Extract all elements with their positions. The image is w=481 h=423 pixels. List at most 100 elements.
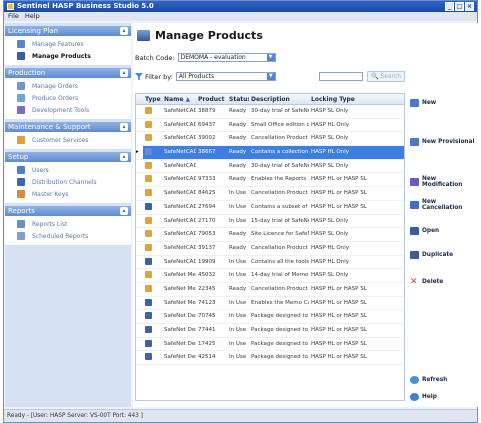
nav-item[interactable]: Manage Products bbox=[5, 50, 131, 62]
column-header-status[interactable]: Status bbox=[227, 94, 249, 104]
open-action[interactable]: Open bbox=[410, 227, 439, 235]
nav-section: Reports ▴ Reports List Scheduled Reports bbox=[5, 206, 131, 245]
search-input[interactable] bbox=[319, 72, 363, 81]
nav-item[interactable]: Master Keys bbox=[5, 188, 131, 200]
table-row[interactable]: SafeNet Desig...70745 In Use Package desig… bbox=[136, 310, 404, 324]
new-modification-action[interactable]: New Modification bbox=[410, 176, 478, 188]
table-cell-name: SafeNetCAD ... bbox=[164, 135, 196, 142]
table-row[interactable]: SafeNetCAD ...39137 Ready Cancellation Pro… bbox=[136, 242, 404, 256]
delete-action[interactable]: ✕ Delete bbox=[410, 278, 443, 287]
nav-item[interactable]: Distribution Channels bbox=[5, 176, 131, 188]
menu-file[interactable]: File bbox=[8, 12, 19, 21]
table-row[interactable]: SafeNetCAD ...84625 In Use Cancellation Pr… bbox=[136, 187, 404, 201]
nav-section-header[interactable]: Maintenance & Support ▴ bbox=[5, 122, 131, 132]
distribution-icon bbox=[17, 178, 25, 186]
table-row[interactable]: SafeNet Desig...77441 In Use Package desig… bbox=[136, 324, 404, 338]
row-selector[interactable] bbox=[136, 338, 143, 351]
row-selector[interactable] bbox=[136, 215, 143, 228]
filter-dropdown[interactable]: All Products ▼ bbox=[175, 72, 276, 81]
refresh-action[interactable]: Refresh bbox=[410, 376, 447, 384]
nav-section-header[interactable]: Reports ▴ bbox=[5, 206, 131, 216]
row-selector[interactable] bbox=[136, 119, 143, 132]
menu-help[interactable]: Help bbox=[25, 12, 40, 21]
nav-item[interactable]: Customer Services bbox=[5, 134, 131, 146]
table-cell-lock: HASP SL Only bbox=[311, 135, 349, 142]
row-selector[interactable] bbox=[136, 187, 143, 200]
table-row[interactable]: SafeNetCAD ...39002 Ready Cancellation Pro… bbox=[136, 132, 404, 147]
table-row[interactable]: SafeNetCAD ...79053 Ready Site Licence for… bbox=[136, 228, 404, 242]
table-row[interactable]: SafeNet Mem...22345 Ready Cancellation Pro… bbox=[136, 283, 404, 297]
row-selector[interactable] bbox=[136, 242, 143, 255]
table-row[interactable]: SafeNetCAD ...69437 Ready Small Office edi… bbox=[136, 119, 404, 133]
table-cell-name: SafeNet Desig... bbox=[164, 313, 196, 320]
status-bar: Ready - [User: HASP Server: VS-00T Port:… bbox=[4, 409, 477, 422]
row-selector[interactable] bbox=[136, 228, 143, 241]
collapse-icon[interactable]: ▴ bbox=[120, 123, 128, 131]
product-type-icon bbox=[145, 230, 152, 238]
nav-section-header[interactable]: Licensing Plan ▴ bbox=[5, 26, 131, 36]
column-header-locking-type[interactable]: Locking Type bbox=[309, 94, 403, 104]
table-cell-type bbox=[143, 283, 162, 296]
table-row[interactable]: SafeNetCAD ...27694 In Use Contains a subs… bbox=[136, 201, 404, 215]
table-row[interactable]: SafeNetCAD ...19909 In Use Contains all th… bbox=[136, 256, 404, 270]
collapse-icon[interactable]: ▴ bbox=[120, 27, 128, 35]
new-cancellation-action[interactable]: New Cancellation bbox=[410, 199, 478, 211]
batch-code-dropdown[interactable]: DEMOMA - evaluation ▼ bbox=[177, 53, 276, 62]
menu-bar: File Help bbox=[4, 12, 477, 21]
column-header-name[interactable]: Name ▲ bbox=[162, 94, 196, 104]
row-selector[interactable] bbox=[136, 105, 143, 118]
row-selector[interactable] bbox=[136, 269, 143, 282]
nav-section-header[interactable]: Setup ▴ bbox=[5, 152, 131, 162]
nav-item[interactable]: Reports List bbox=[5, 218, 131, 230]
search-button[interactable]: 🔍 Search bbox=[367, 71, 405, 82]
product-type-icon bbox=[145, 120, 152, 128]
collapse-icon[interactable]: ▴ bbox=[120, 153, 128, 161]
table-row[interactable]: SafeNetCAD ...97333 Ready Enables the Repo… bbox=[136, 173, 404, 188]
nav-item[interactable]: Manage Features bbox=[5, 38, 131, 50]
table-row[interactable]: SafeNetCAD ... Ready 30-day trial of SafeN… bbox=[136, 160, 404, 174]
duplicate-action[interactable]: Duplicate bbox=[410, 251, 453, 259]
table-row[interactable]: SafeNet Mem...74123 In Use Enables the Mem… bbox=[136, 297, 404, 311]
table-cell-status: Ready bbox=[229, 108, 247, 114]
row-selector[interactable] bbox=[136, 173, 143, 186]
table-row[interactable]: ▸ SafeNetCAD ...38667 Ready Contains a coll… bbox=[136, 146, 404, 160]
nav-item[interactable]: Produce Orders bbox=[5, 92, 131, 104]
nav-item[interactable]: Development Tools bbox=[5, 104, 131, 116]
column-header-type[interactable]: Type bbox=[143, 94, 162, 104]
row-selector[interactable] bbox=[136, 283, 143, 296]
table-row[interactable]: SafeNetCAD R...27170 In Use 15-day trial o… bbox=[136, 215, 404, 229]
close-icon[interactable]: × bbox=[465, 2, 474, 11]
table-cell-name: SafeNet Desig... bbox=[164, 327, 196, 333]
table-row[interactable]: SafeNetCAD ...38879 Ready 30-day trial of … bbox=[136, 105, 404, 119]
row-selector[interactable] bbox=[136, 351, 143, 364]
new-action[interactable]: New bbox=[410, 99, 436, 107]
table-cell-lock: HASP HL Only bbox=[311, 244, 350, 251]
product-type-icon bbox=[145, 161, 152, 169]
minimize-icon[interactable]: _ bbox=[445, 2, 454, 11]
row-selector[interactable] bbox=[136, 201, 143, 214]
maximize-icon[interactable]: □ bbox=[455, 2, 464, 11]
table-cell-status: Ready bbox=[229, 135, 247, 142]
row-selector[interactable] bbox=[136, 324, 143, 337]
table-row[interactable]: SafeNet Desig...42514 In Use Package desig… bbox=[136, 351, 404, 366]
column-header-description[interactable]: Description bbox=[249, 94, 309, 104]
nav-item[interactable]: Manage Orders bbox=[5, 80, 131, 92]
table-cell-desc: Small Office edition of ... bbox=[251, 121, 309, 128]
nav-item[interactable]: Users bbox=[5, 164, 131, 176]
row-selector[interactable] bbox=[136, 160, 143, 173]
table-row[interactable]: SafeNet Desig...17425 In Use Package desig… bbox=[136, 338, 404, 352]
row-selector[interactable] bbox=[136, 310, 143, 323]
row-selector[interactable] bbox=[136, 132, 143, 145]
column-header-product[interactable]: Product ... bbox=[196, 94, 227, 104]
row-selector[interactable] bbox=[136, 297, 143, 310]
row-selector[interactable]: ▸ bbox=[136, 146, 143, 159]
table-row[interactable]: SafeNet Mem...45032 In Use 14-day trial of… bbox=[136, 269, 404, 283]
help-action[interactable]: Help bbox=[410, 393, 437, 401]
table-cell-type bbox=[143, 269, 162, 282]
new-provisional-action[interactable]: New Provisional bbox=[410, 138, 474, 146]
nav-section-header[interactable]: Production ▴ bbox=[5, 68, 131, 78]
row-selector[interactable] bbox=[136, 256, 143, 269]
collapse-icon[interactable]: ▴ bbox=[120, 207, 128, 215]
collapse-icon[interactable]: ▴ bbox=[120, 69, 128, 77]
nav-item[interactable]: Scheduled Reports bbox=[5, 230, 131, 242]
